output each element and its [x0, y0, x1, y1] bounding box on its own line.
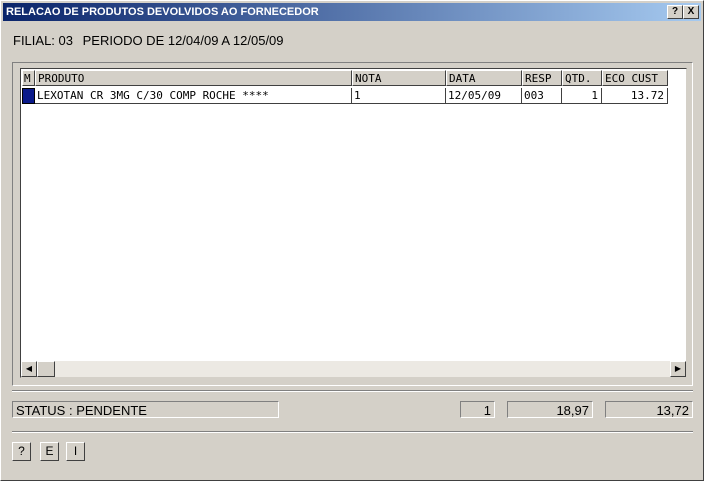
total-1-field: 18,97: [507, 401, 593, 418]
cell-resp[interactable]: 003: [522, 88, 562, 104]
column-header-data[interactable]: DATA: [446, 70, 522, 86]
dialog-window: RELACAO DE PRODUTOS DEVOLVIDOS AO FORNEC…: [0, 0, 704, 481]
cell-custo[interactable]: 13.72: [602, 88, 668, 104]
periodo-label: PERIODO DE 12/04/09 A 12/05/09: [82, 33, 284, 48]
scroll-right-icon[interactable]: ▶: [670, 361, 686, 377]
column-header-m[interactable]: M: [22, 70, 35, 86]
column-header-nota[interactable]: NOTA: [352, 70, 446, 86]
separator-top: [12, 390, 693, 392]
total-qtd-field: 1: [460, 401, 495, 418]
row-marker[interactable]: [22, 88, 35, 104]
e-button[interactable]: E: [40, 442, 59, 461]
total-2-field: 13,72: [605, 401, 693, 418]
column-header-custo[interactable]: ECO CUST: [602, 70, 668, 86]
help-button[interactable]: ?: [12, 442, 31, 461]
separator-bottom: [12, 431, 693, 433]
scroll-thumb[interactable]: [37, 361, 55, 377]
scroll-left-icon[interactable]: ◀: [21, 361, 37, 377]
window-title: RELACAO DE PRODUTOS DEVOLVIDOS AO FORNEC…: [6, 6, 319, 18]
column-header-resp[interactable]: RESP: [522, 70, 562, 86]
horizontal-scrollbar[interactable]: ◀ ▶: [21, 361, 686, 377]
title-bar: RELACAO DE PRODUTOS DEVOLVIDOS AO FORNEC…: [3, 3, 701, 21]
cell-nota[interactable]: 1: [352, 88, 446, 104]
cell-data[interactable]: 12/05/09: [446, 88, 522, 104]
filial-label: FILIAL: 03: [13, 33, 73, 48]
cell-qtd[interactable]: 1: [562, 88, 602, 104]
products-grid[interactable]: M PRODUTO NOTA DATA RESP QTD. ECO CUST L…: [20, 68, 687, 378]
column-header-qtd[interactable]: QTD.: [562, 70, 602, 86]
help-title-button[interactable]: ?: [667, 5, 683, 19]
status-field: STATUS : PENDENTE: [12, 401, 279, 418]
i-button[interactable]: I: [66, 442, 85, 461]
cell-produto[interactable]: LEXOTAN CR 3MG C/30 COMP ROCHE ****: [35, 88, 352, 104]
header-info: FILIAL: 03 PERIODO DE 12/04/09 A 12/05/0…: [13, 33, 290, 48]
close-button[interactable]: X: [683, 5, 699, 19]
column-header-produto[interactable]: PRODUTO: [35, 70, 352, 86]
